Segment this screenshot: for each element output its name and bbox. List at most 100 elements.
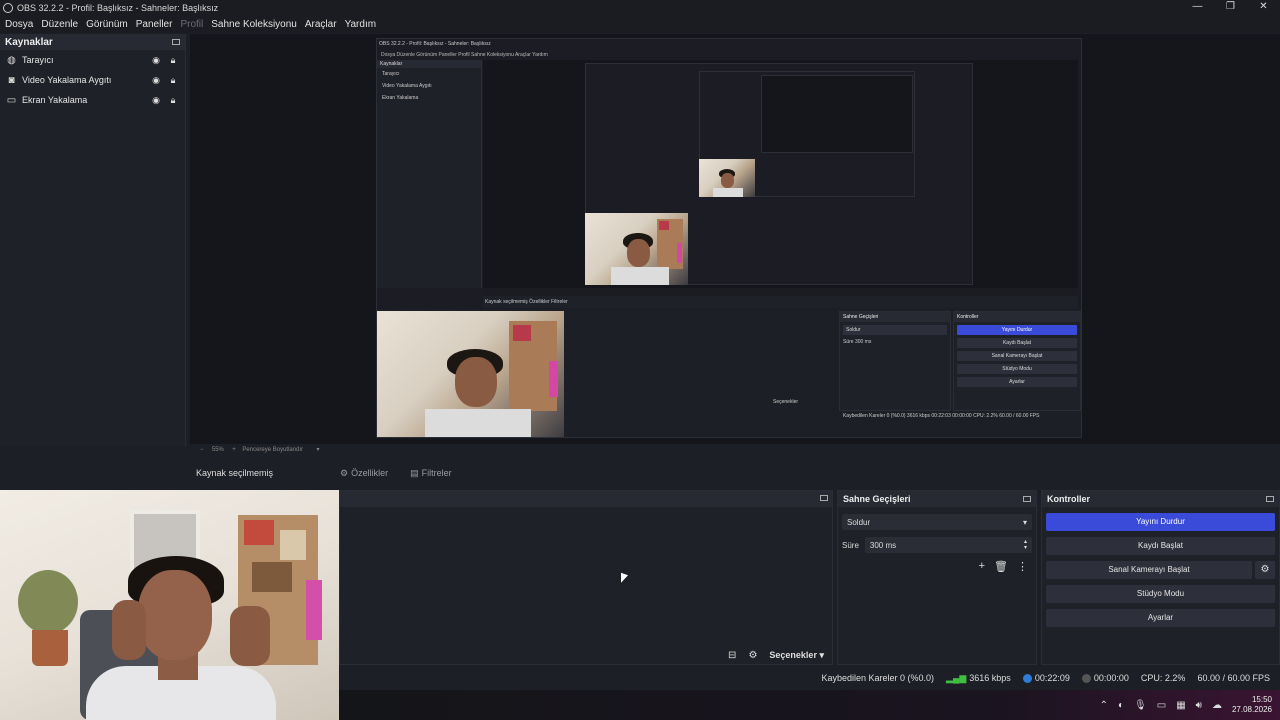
properties-button[interactable]: ⚙ Özellikler <box>340 468 388 479</box>
nested-context-bar: Kaynak seçilmemiş Özellikler Filtreler <box>483 296 1078 308</box>
window-controls: — ❐ ✕ <box>1181 0 1280 14</box>
gear-icon: ⚙ <box>340 467 349 478</box>
screen-capture-nested-obs: OBS 32.2.2 - Profil: Başlıksız - Sahnele… <box>376 38 1082 438</box>
menu-bar: Dosya Düzenle Görünüm Paneller Profil Sa… <box>0 15 1280 33</box>
more-options-icon[interactable]: ⋮ <box>1017 560 1028 573</box>
clock-time: 15:50 <box>1251 695 1272 704</box>
undock-icon[interactable] <box>820 495 828 501</box>
fit-to-window-label[interactable]: Pencereye Boyutlandır <box>242 447 303 453</box>
menu-file[interactable]: Dosya <box>5 19 33 30</box>
zoom-bar: − 55% + Pencereye Boyutlandır ▾ <box>190 444 1280 456</box>
undock-icon[interactable] <box>172 39 180 45</box>
filter-icon: ▤ <box>410 467 419 478</box>
cloud-icon[interactable]: ☁ <box>1212 700 1222 711</box>
globe-icon: ◍ <box>7 54 16 66</box>
obs-logo-icon <box>3 2 13 13</box>
studio-mode-button[interactable]: Stüdyo Modu <box>1046 585 1275 603</box>
nested-stop-stream: Yayını Durdur <box>957 325 1077 335</box>
battery-icon[interactable]: ▭ <box>1157 700 1166 711</box>
menu-view[interactable]: Görünüm <box>86 19 128 30</box>
visibility-eye-icon[interactable]: ◉ <box>150 75 162 86</box>
visibility-eye-icon[interactable]: ◉ <box>150 95 162 106</box>
lock-icon[interactable]: 🔒︎ <box>167 75 179 86</box>
lock-icon[interactable]: 🔒︎ <box>167 55 179 66</box>
scene-transitions-dock: Sahne Geçişleri Soldur ▾ Süre 300 ms ▴ ▾ … <box>837 490 1037 665</box>
zoom-dropdown-icon[interactable]: ▾ <box>316 447 319 453</box>
webcam-overlay <box>0 490 339 720</box>
nested-zoom-bar <box>483 288 1078 296</box>
nested-start-virtualcam: Sanal Kamerayı Başlat <box>957 351 1077 361</box>
duration-value: 300 ms <box>869 540 897 550</box>
spin-arrows-icon[interactable]: ▴ ▾ <box>1024 539 1027 551</box>
chevron-down-icon: ▾ <box>1022 517 1027 527</box>
layout-icon[interactable]: ⊟ <box>728 650 736 661</box>
filters-button[interactable]: ▤ Filtreler <box>410 468 452 479</box>
menu-scene-collection[interactable]: Sahne Koleksiyonu <box>211 19 297 30</box>
duration-spinbox[interactable]: 300 ms ▴ ▾ <box>864 537 1032 553</box>
cpu-usage: CPU: 2.2% <box>1140 673 1186 683</box>
nested-sources-title: Kaynaklar <box>377 60 481 68</box>
nested-settings: Ayarlar <box>957 377 1077 387</box>
minimize-button[interactable]: — <box>1181 0 1214 14</box>
visibility-eye-icon[interactable]: ◉ <box>150 55 162 66</box>
menu-help[interactable]: Yardım <box>345 19 377 30</box>
lock-icon[interactable]: 🔒︎ <box>167 95 179 106</box>
virtual-camera-row: Sanal Kamerayı Başlat ⚙ <box>1046 561 1275 579</box>
sources-dock: Kaynaklar ◍ Tarayıcı ◉ 🔒︎ ◙ Video Yakala… <box>0 34 186 446</box>
transition-tools: + 🗑︎ ⋮ <box>838 560 1028 573</box>
source-item-screen-capture[interactable]: ▭ Ekran Yakalama ◉ 🔒︎ <box>0 90 185 110</box>
nested-source-item: Video Yakalama Aygıtı <box>382 83 432 89</box>
menu-profile[interactable]: Profil <box>180 19 203 30</box>
nested-duration: Süre 300 ms <box>843 339 947 345</box>
system-clock[interactable]: 15:50 27.08.2026 <box>1232 695 1272 715</box>
advanced-audio-icon[interactable]: ⚙ <box>748 650 757 661</box>
signal-bars-icon: ▂▄▆ <box>946 672 967 683</box>
bitrate-indicator: ▂▄▆ 3616 kbps <box>946 673 1011 684</box>
sources-title: Kaynaklar <box>5 36 53 48</box>
record-timer: 00:00:00 <box>1081 673 1129 683</box>
filters-label: Filtreler <box>421 468 452 478</box>
network-icon[interactable]: ▦ <box>1176 700 1185 711</box>
volume-icon[interactable]: 🔊︎ <box>1196 700 1202 711</box>
nested-transition-select: Soldur <box>843 325 947 335</box>
start-virtual-camera-button[interactable]: Sanal Kamerayı Başlat <box>1046 561 1252 579</box>
undock-icon[interactable] <box>1266 496 1274 502</box>
nested-menu: Dosya Düzenle Görünüm Paneller Profil Sa… <box>381 52 548 58</box>
source-item-browser[interactable]: ◍ Tarayıcı ◉ 🔒︎ <box>0 50 185 70</box>
status-bar: Kaybedilen Kareler 0 (%0.0) ▂▄▆ 3616 kbp… <box>339 668 1280 688</box>
edge-icon[interactable]: ◐ <box>1118 700 1124 711</box>
transition-select[interactable]: Soldur ▾ <box>842 514 1032 530</box>
nested-duration-label: Süre <box>843 339 854 345</box>
settings-button[interactable]: Ayarlar <box>1046 609 1275 627</box>
record-icon <box>1081 673 1091 683</box>
chevron-up-icon[interactable]: ⌃ <box>1100 700 1108 711</box>
sources-header: Kaynaklar <box>0 34 185 50</box>
fps-indicator: 60.00 / 60.00 FPS <box>1197 673 1270 683</box>
nested-studio-mode: Stüdyo Modu <box>957 364 1077 374</box>
menu-docks[interactable]: Paneller <box>136 19 173 30</box>
start-recording-button[interactable]: Kaydı Başlat <box>1046 537 1275 555</box>
transition-value: Soldur <box>847 517 871 527</box>
nested-window-title: OBS 32.2.2 - Profil: Başlıksız - Sahnele… <box>379 41 491 47</box>
options-button[interactable]: Seçenekler ▾ <box>769 650 824 661</box>
transitions-title: Sahne Geçişleri <box>843 494 911 504</box>
trash-icon[interactable]: 🗑︎ <box>994 560 1008 573</box>
stop-streaming-button[interactable]: Yayını Durdur <box>1046 513 1275 531</box>
zoom-in-icon[interactable]: + <box>232 447 236 453</box>
controls-dock: Kontroller Yayını Durdur Kaydı Başlat Sa… <box>1041 490 1280 665</box>
maximize-button[interactable]: ❐ <box>1214 0 1247 14</box>
close-button[interactable]: ✕ <box>1247 0 1280 14</box>
microphone-icon[interactable]: 🎙︎ <box>1134 700 1147 711</box>
camera-icon: ◙ <box>8 74 15 86</box>
nested-source-item: Tarayıcı <box>382 71 400 77</box>
stream-time-value: 00:22:09 <box>1034 673 1070 683</box>
zoom-out-icon[interactable]: − <box>200 447 204 453</box>
menu-tools[interactable]: Araçlar <box>305 19 337 30</box>
add-transition-icon[interactable]: + <box>979 560 985 573</box>
gear-icon[interactable]: ⚙ <box>1255 561 1275 579</box>
options-label: Seçenekler <box>769 650 817 660</box>
menu-edit[interactable]: Düzenle <box>41 19 78 30</box>
undock-icon[interactable] <box>1023 496 1031 502</box>
mixer-footer: ⊟ ⚙ Seçenekler ▾ <box>340 646 832 664</box>
source-item-video-capture[interactable]: ◙ Video Yakalama Aygıtı ◉ 🔒︎ <box>0 70 185 90</box>
